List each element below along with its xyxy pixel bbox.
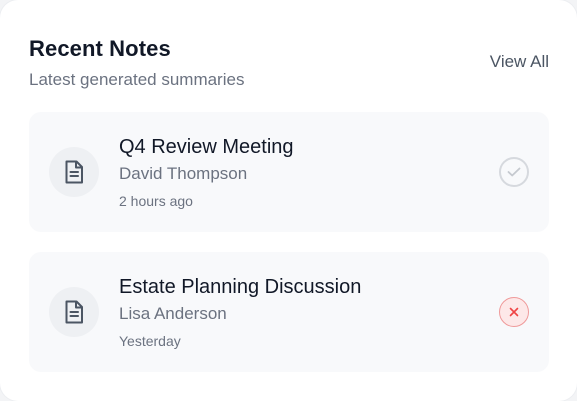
card-subtitle: Latest generated summaries [29, 70, 245, 89]
note-time: Yesterday [119, 333, 181, 349]
view-all-link[interactable]: View All [490, 52, 549, 72]
note-title: Q4 Review Meeting [119, 136, 294, 158]
note-person: David Thompson [119, 164, 248, 183]
document-icon [49, 147, 99, 197]
note-item[interactable]: Estate Planning Discussion Lisa Anderson… [29, 252, 549, 372]
check-icon [507, 167, 521, 177]
status-completed-badge [499, 157, 529, 187]
card-title: Recent Notes [29, 36, 171, 61]
status-failed-badge [499, 297, 529, 327]
x-icon [509, 307, 519, 317]
document-icon [49, 287, 99, 337]
recent-notes-card: Recent Notes Latest generated summaries … [0, 0, 577, 401]
note-title: Estate Planning Discussion [119, 276, 362, 298]
note-person: Lisa Anderson [119, 304, 227, 323]
note-time: 2 hours ago [119, 193, 193, 209]
note-item[interactable]: Q4 Review Meeting David Thompson 2 hours… [29, 112, 549, 232]
